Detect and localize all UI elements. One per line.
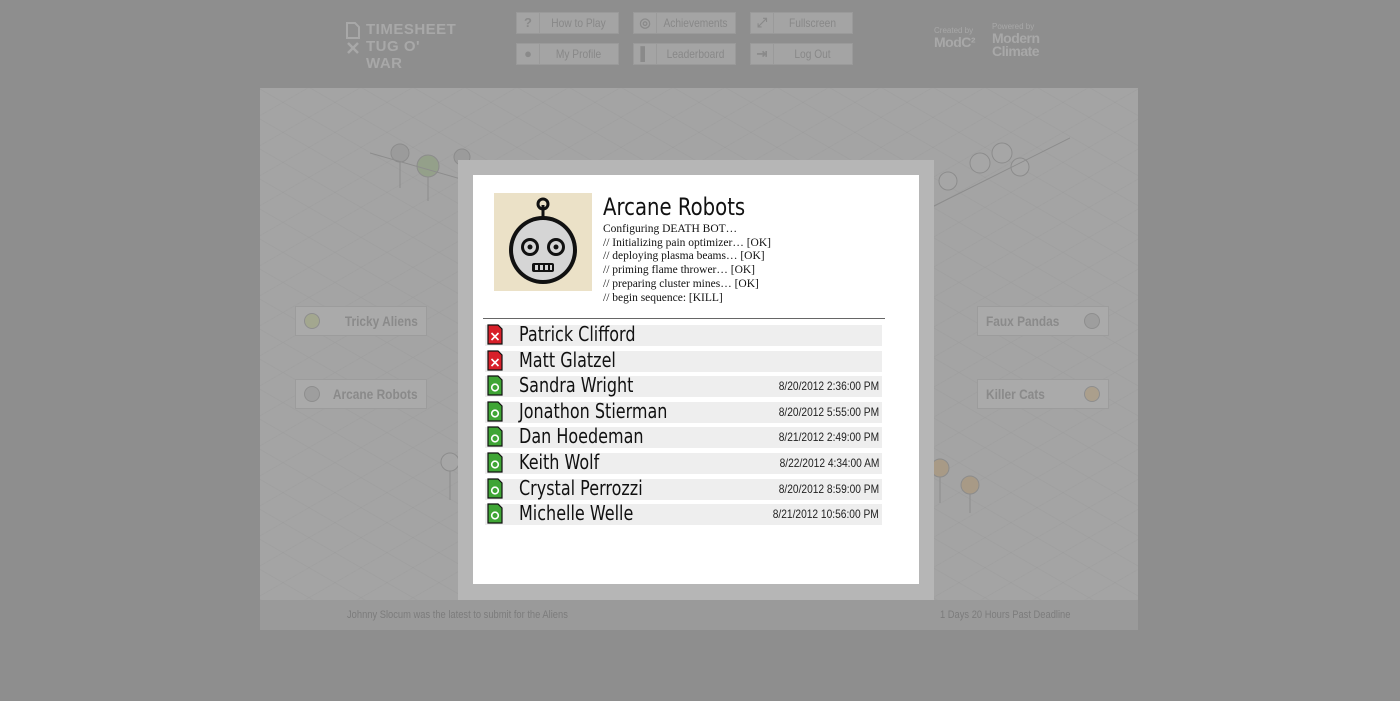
member-row: Dan Hoedeman 8/21/2012 2:49:00 PM xyxy=(485,424,882,449)
submitted-timesheet-icon xyxy=(487,426,503,447)
member-name: Crystal Perrozzi xyxy=(519,475,643,500)
robot-icon xyxy=(304,386,320,402)
created-by-credit[interactable]: Created by ModC² xyxy=(934,26,976,50)
my-profile-button[interactable]: ● My Profile xyxy=(516,43,619,65)
achievements-button[interactable]: ◎ Achievements xyxy=(633,12,736,34)
member-name: Michelle Welle xyxy=(519,501,634,526)
medal-icon: ◎ xyxy=(634,13,657,33)
person-icon: ● xyxy=(517,44,540,64)
team-label-arcane-robots[interactable]: Arcane Robots xyxy=(295,379,427,409)
member-row: Keith Wolf 8/22/2012 4:34:00 AM xyxy=(485,449,882,474)
member-row: Jonathon Stierman 8/20/2012 5:55:00 PM xyxy=(485,398,882,423)
team-name: Arcane Robots xyxy=(333,386,418,402)
submitted-timesheet-icon xyxy=(487,477,503,499)
member-row: Crystal Perrozzi 8/20/2012 8:59:00 PM xyxy=(485,475,882,500)
member-name: Dan Hoedeman xyxy=(519,424,644,449)
status-footer: Johnny Slocum was the latest to submit f… xyxy=(260,600,1138,630)
member-name: Jonathon Stierman xyxy=(519,398,668,423)
team-title: Arcane Robots xyxy=(603,193,746,221)
member-name: Patrick Clifford xyxy=(519,322,636,346)
fullscreen-label: Fullscreen xyxy=(788,16,837,30)
submission-time: 8/20/2012 5:55:00 PM xyxy=(778,404,879,419)
question-icon: ? xyxy=(517,13,540,33)
member-list: Patrick Clifford Matt Glatzel Sandra Wri… xyxy=(485,322,882,530)
my-profile-label: My Profile xyxy=(555,47,602,61)
bar-chart-icon: ▌ xyxy=(634,44,657,64)
how-to-play-button[interactable]: ? How to Play xyxy=(516,12,619,34)
powered-by-name-2: Climate xyxy=(992,43,1040,59)
fullscreen-button[interactable]: ⤢ Fullscreen xyxy=(750,12,853,34)
divider xyxy=(483,318,885,319)
panda-crowd xyxy=(929,137,1070,209)
team-label-killer-cats[interactable]: Killer Cats xyxy=(977,379,1109,409)
team-name: Killer Cats xyxy=(986,386,1045,402)
achievements-label: Achievements xyxy=(663,16,728,30)
submitted-timesheet-icon xyxy=(487,503,503,524)
submission-time: 8/20/2012 8:59:00 PM xyxy=(778,481,879,496)
log-out-button[interactable]: ⇥ Log Out xyxy=(750,43,853,65)
missing-timesheet-icon xyxy=(487,324,503,345)
team-name: Faux Pandas xyxy=(986,313,1060,329)
member-row: Patrick Clifford xyxy=(485,322,882,346)
submitted-timesheet-icon xyxy=(487,401,503,422)
log-out-label: Log Out xyxy=(794,47,831,61)
panda-icon xyxy=(1084,313,1100,329)
team-name: Tricky Aliens xyxy=(345,313,418,329)
submission-time: 8/20/2012 2:36:00 PM xyxy=(778,379,879,394)
powered-by-credit[interactable]: Powered by Modern Climate xyxy=(992,22,1040,59)
member-name: Matt Glatzel xyxy=(519,347,616,372)
submission-time: 8/22/2012 4:34:00 AM xyxy=(779,455,879,470)
description-line: // Initializing pain optimizer… [OK] xyxy=(603,236,771,249)
logout-icon: ⇥ xyxy=(751,44,774,64)
cat-icon xyxy=(1084,386,1100,402)
team-label-tricky-aliens[interactable]: Tricky Aliens xyxy=(295,306,427,336)
robot-icon xyxy=(509,197,577,284)
team-details-modal: Arcane Robots Configuring DEATH BOT… // … xyxy=(473,175,919,584)
leaderboard-label: Leaderboard xyxy=(666,47,725,61)
submitted-timesheet-icon xyxy=(487,452,503,473)
team-avatar xyxy=(494,193,592,291)
member-name: Keith Wolf xyxy=(519,449,600,474)
leaderboard-button[interactable]: ▌ Leaderboard xyxy=(633,43,736,65)
latest-submission-text: Johnny Slocum was the latest to submit f… xyxy=(347,609,568,621)
cat-crowd xyxy=(930,458,980,513)
member-row: Matt Glatzel xyxy=(485,347,882,372)
member-name: Sandra Wright xyxy=(519,373,634,398)
deadline-status-text: 1 Days 20 Hours Past Deadline xyxy=(940,609,1071,621)
team-label-faux-pandas[interactable]: Faux Pandas xyxy=(977,306,1109,336)
member-row: Michelle Welle 8/21/2012 10:56:00 PM xyxy=(485,501,882,526)
description-line: // preparing cluster mines… [OK] xyxy=(603,277,759,290)
app-logo: TIMESHEET TUG O' WAR xyxy=(346,20,456,72)
alien-icon xyxy=(304,313,320,329)
submission-time: 8/21/2012 2:49:00 PM xyxy=(778,430,879,445)
team-description: Configuring DEATH BOT… // Initializing p… xyxy=(603,223,771,305)
member-row: Sandra Wright 8/20/2012 2:36:00 PM xyxy=(485,373,882,398)
logo-line-1: TIMESHEET xyxy=(366,21,457,38)
logo-line-2: TUG O' WAR xyxy=(366,38,421,72)
timesheet-logo-icon xyxy=(346,22,360,54)
created-by-name: ModC² xyxy=(934,34,976,50)
how-to-play-label: How to Play xyxy=(551,16,606,30)
submitted-timesheet-icon xyxy=(487,375,503,396)
fullscreen-icon: ⤢ xyxy=(751,13,774,33)
description-line: // deploying plasma beams… [OK] xyxy=(603,250,765,263)
description-line: // begin sequence: [KILL] xyxy=(603,291,723,304)
submission-time: 8/21/2012 10:56:00 PM xyxy=(772,507,879,522)
description-line: Configuring DEATH BOT… xyxy=(603,223,738,235)
description-line: // priming flame thrower… [OK] xyxy=(603,264,756,277)
missing-timesheet-icon xyxy=(487,349,503,371)
